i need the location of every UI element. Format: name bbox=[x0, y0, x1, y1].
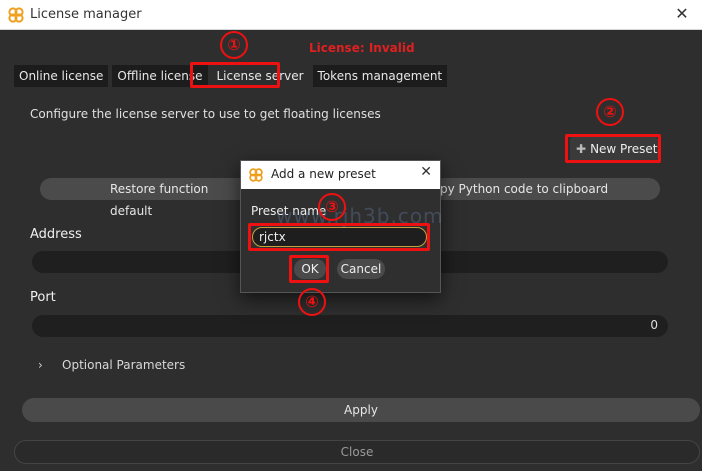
close-button[interactable]: Close bbox=[14, 440, 700, 464]
ok-button[interactable]: OK bbox=[294, 259, 326, 279]
window-title: License manager bbox=[30, 7, 142, 22]
license-status-text: License: Invalid bbox=[309, 41, 415, 55]
description-text: Configure the license server to use to g… bbox=[30, 107, 381, 121]
annotation-marker-1: ① bbox=[220, 31, 248, 59]
tab-offline-license[interactable]: Offline license bbox=[112, 65, 208, 87]
port-value: 0 bbox=[650, 318, 658, 332]
dialog-close-icon[interactable]: ✕ bbox=[420, 164, 432, 180]
address-label: Address bbox=[30, 227, 82, 242]
copy-python-code-button[interactable]: py Python code to clipboard bbox=[432, 178, 660, 200]
tab-tokens-management[interactable]: Tokens management bbox=[312, 65, 448, 87]
cancel-button[interactable]: Cancel bbox=[337, 259, 385, 279]
window-close-icon[interactable]: ✕ bbox=[672, 4, 692, 24]
preset-name-input[interactable] bbox=[252, 227, 427, 247]
optional-parameters-toggle[interactable]: › Optional Parameters bbox=[38, 358, 185, 372]
plus-icon: ✚ bbox=[576, 142, 587, 156]
chevron-right-icon: › bbox=[38, 358, 43, 372]
annotation-marker-4: ④ bbox=[298, 288, 326, 316]
watermark-text: www.rjh3b.com bbox=[276, 204, 444, 228]
new-preset-label: New Preset bbox=[590, 142, 658, 156]
port-label: Port bbox=[30, 290, 56, 305]
window-titlebar: License manager ✕ bbox=[0, 0, 702, 30]
annotation-marker-2: ② bbox=[596, 98, 624, 126]
port-input[interactable]: 0 bbox=[32, 315, 668, 337]
restore-defaults-button[interactable]: Restore function default bbox=[40, 178, 254, 218]
tab-online-license[interactable]: Online license bbox=[14, 65, 109, 87]
tab-license-server[interactable]: License server bbox=[211, 65, 309, 87]
tab-bar: Online license Offline license License s… bbox=[14, 65, 448, 87]
apply-button[interactable]: Apply bbox=[22, 398, 700, 422]
dialog-titlebar: Add a new preset ✕ bbox=[241, 161, 440, 189]
dialog-title: Add a new preset bbox=[271, 167, 376, 181]
optional-parameters-label: Optional Parameters bbox=[62, 358, 186, 372]
app-logo-icon bbox=[8, 7, 24, 23]
new-preset-button[interactable]: ✚ New Preset bbox=[570, 137, 658, 161]
annotation-marker-3: ③ bbox=[318, 193, 346, 221]
app-logo-icon bbox=[249, 168, 263, 182]
